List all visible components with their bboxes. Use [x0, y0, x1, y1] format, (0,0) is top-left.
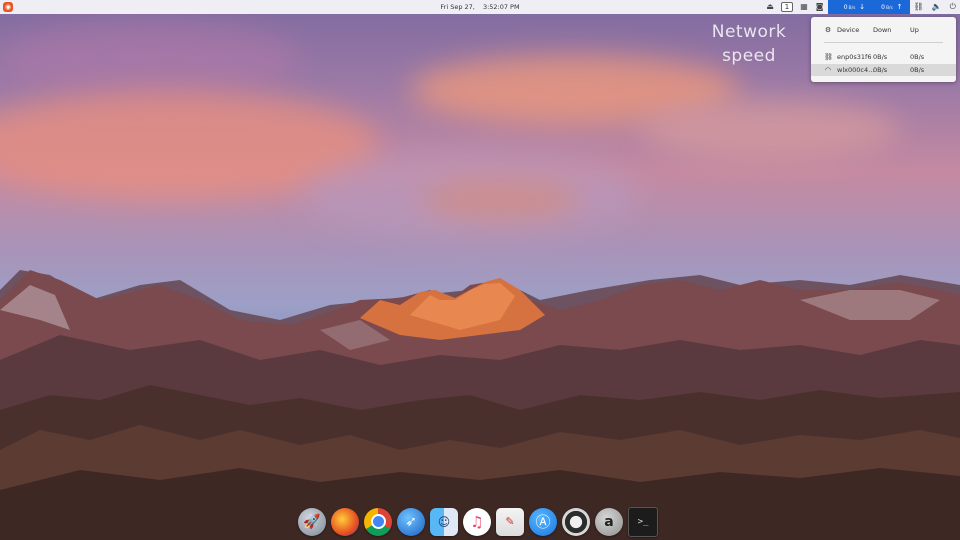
amazon-icon[interactable]: a [595, 507, 623, 536]
down-arrow-icon: ↓ [859, 3, 866, 11]
popup-divider [824, 42, 943, 43]
finder-icon[interactable]: ☺ [430, 507, 458, 536]
device-up: 0B/s [910, 66, 925, 74]
clock-date: Fri Sep 27, [440, 3, 475, 11]
top-panel: ◉ Fri Sep 27, 3:52:07 PM ⏏ 1 ▦ ◙ 0B/s ↓ … [0, 0, 960, 14]
device-row[interactable]: ◠ wlx000c4… 0B/s 0B/s [811, 64, 956, 76]
header-down: Down [873, 26, 892, 34]
grid-icon[interactable]: ▦ [796, 0, 812, 14]
volume-icon[interactable]: 🔈 [928, 0, 946, 14]
screenshot-icon[interactable]: ◙ [812, 0, 828, 14]
wifi-icon: ◠ [824, 66, 832, 74]
firefox-icon[interactable] [331, 507, 359, 536]
clock-time: 3:52:07 PM [482, 3, 520, 11]
app-store-icon[interactable]: Ⓐ [529, 507, 557, 536]
annotation-line-1: Network [711, 22, 787, 42]
device-down: 0B/s [873, 53, 888, 61]
terminal-icon[interactable]: >_ [628, 506, 658, 537]
annotation-line-2: speed [722, 46, 776, 66]
power-icon[interactable]: ⏻ [946, 0, 960, 14]
down-speed-unit: B/s [848, 5, 856, 11]
down-speed: 0B/s [832, 4, 856, 11]
device-up: 0B/s [910, 53, 925, 61]
eject-icon[interactable]: ⏏ [762, 0, 778, 14]
launchpad-icon[interactable]: 🚀 [298, 507, 326, 536]
network-icon[interactable]: ⛓ [910, 0, 928, 14]
network-speed-popup: ⚙ Device Down Up ⛓ enp0s31f6 0B/s 0B/s ◠… [811, 17, 956, 82]
device-down: 0B/s [873, 66, 888, 74]
down-speed-value: 0 [843, 3, 848, 11]
music-icon[interactable]: ♫ [463, 507, 491, 536]
network-speed-indicator[interactable]: 0B/s ↓ 0B/s ↑ [827, 0, 910, 14]
annotation-label: Network speed [700, 20, 798, 68]
notes-icon[interactable]: ✎ [496, 507, 524, 536]
header-up: Up [910, 26, 919, 34]
system-tray: ⏏ 1 ▦ ◙ 0B/s ↓ 0B/s ↑ ⛓ 🔈 ⏻ [762, 0, 960, 14]
bird-app-icon[interactable]: ➶ [397, 507, 425, 536]
settings-icon[interactable] [562, 507, 590, 536]
device-row[interactable]: ⛓ enp0s31f6 0B/s 0B/s [811, 51, 956, 63]
up-speed-value: 0 [881, 3, 885, 11]
dock: 🚀 ➶ ☺ ♫ ✎ Ⓐ a >_ [298, 505, 658, 538]
wired-network-icon: ⛓ [824, 53, 833, 61]
up-speed: 0B/s [869, 4, 893, 11]
gear-icon[interactable]: ⚙ [824, 26, 832, 34]
chrome-icon[interactable] [364, 507, 392, 536]
popup-header: ⚙ Device Down Up [811, 26, 956, 36]
up-speed-unit: B/s [885, 5, 893, 11]
workspace-indicator[interactable]: 1 [780, 2, 794, 12]
up-arrow-icon: ↑ [896, 3, 903, 11]
